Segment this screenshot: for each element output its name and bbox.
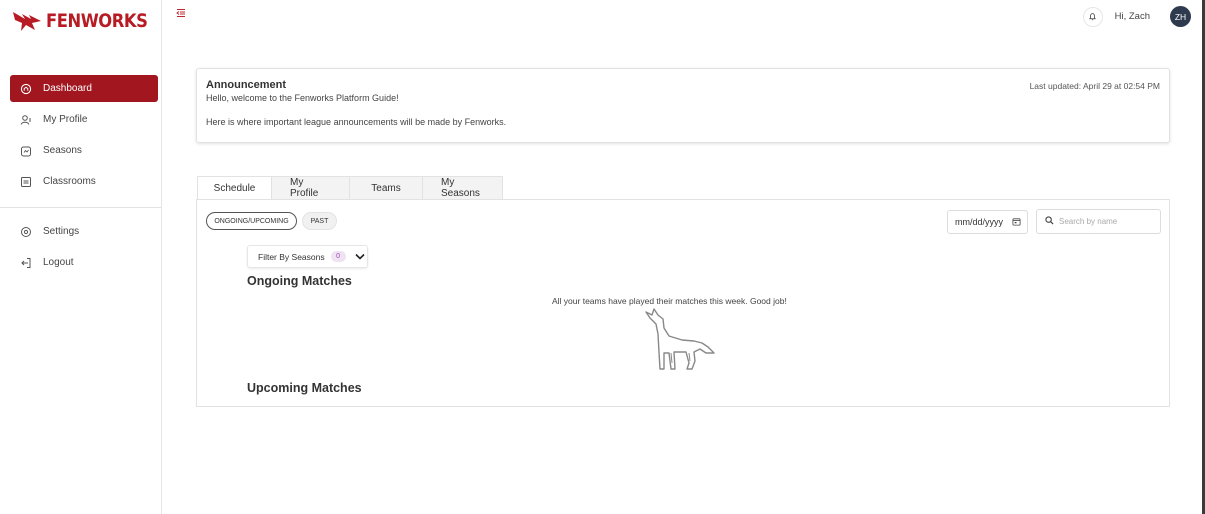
- sidebar-toggle-icon[interactable]: [176, 8, 186, 21]
- tab-schedule[interactable]: Schedule: [197, 176, 272, 200]
- sidebar-item-dashboard[interactable]: Dashboard: [10, 75, 158, 102]
- tab-my-profile[interactable]: My Profile: [272, 176, 350, 200]
- ongoing-matches-title: Ongoing Matches: [247, 274, 352, 288]
- sidebar-item-logout[interactable]: Logout: [10, 249, 158, 276]
- sidebar-item-classrooms[interactable]: Classrooms: [10, 168, 158, 195]
- avatar[interactable]: ZH: [1170, 6, 1191, 27]
- ongoing-upcoming-toggle[interactable]: ONGOING/UPCOMING: [206, 212, 297, 230]
- calendar-icon: [20, 145, 32, 157]
- announcement-card: Announcement Hello, welcome to the Fenwo…: [196, 68, 1170, 143]
- filter-by-seasons-dropdown[interactable]: Filter By Seasons 0: [247, 245, 368, 268]
- empty-state-message: All your teams have played their matches…: [552, 296, 787, 306]
- calendar-picker-icon[interactable]: [1012, 217, 1021, 228]
- sidebar-item-label: Seasons: [43, 145, 82, 156]
- settings-icon: [20, 226, 32, 238]
- top-right-controls: Hi, Zach ZH: [1082, 6, 1191, 27]
- search-input[interactable]: [1059, 217, 1149, 226]
- sidebar-item-my-profile[interactable]: My Profile: [10, 106, 158, 133]
- date-field[interactable]: mm/dd/yyyy: [947, 210, 1028, 234]
- brand-logo[interactable]: FENWORKS: [12, 10, 164, 32]
- filter-label: Filter By Seasons: [258, 251, 325, 262]
- brand-name: FENWORKS: [46, 10, 148, 32]
- logout-icon: [20, 257, 32, 269]
- past-toggle[interactable]: PAST: [302, 212, 337, 230]
- sidebar-item-settings[interactable]: Settings: [10, 218, 158, 245]
- search-icon: [1045, 215, 1054, 228]
- announcement-title: Announcement: [206, 79, 287, 91]
- sidebar-item-label: My Profile: [43, 114, 88, 125]
- tab-bar: Schedule My Profile Teams My Seasons: [197, 176, 503, 200]
- search-box[interactable]: [1036, 209, 1161, 234]
- sidebar-divider: [0, 207, 162, 208]
- tab-teams[interactable]: Teams: [350, 176, 423, 200]
- sidebar-item-seasons[interactable]: Seasons: [10, 137, 158, 164]
- tab-my-seasons[interactable]: My Seasons: [423, 176, 503, 200]
- date-placeholder: mm/dd/yyyy: [955, 217, 1004, 227]
- user-greeting: Hi, Zach: [1114, 11, 1150, 22]
- sidebar-item-label: Classrooms: [43, 176, 96, 187]
- filter-count-badge: 0: [330, 251, 346, 262]
- user-icon: [20, 114, 32, 126]
- sidebar-nav: Dashboard My Profile Seasons Classrooms: [0, 75, 162, 280]
- board-icon: [20, 176, 32, 188]
- sidebar: FENWORKS Dashboard My Profile Seasons Cl…: [0, 0, 162, 514]
- sidebar-item-label: Logout: [43, 257, 74, 268]
- howling-wolf-icon: [645, 308, 715, 370]
- bell-icon[interactable]: [1082, 6, 1103, 27]
- announcement-text: Here is where important league announcem…: [206, 117, 507, 127]
- home-icon: [20, 83, 32, 95]
- upcoming-matches-title: Upcoming Matches: [247, 381, 362, 395]
- sidebar-item-label: Dashboard: [43, 83, 92, 94]
- chevron-down-icon: [355, 253, 365, 260]
- fox-logo-icon: [13, 12, 41, 31]
- announcement-text: Hello, welcome to the Fenworks Platform …: [206, 93, 399, 103]
- announcement-updated: Last updated: April 29 at 02:54 PM: [1029, 81, 1160, 91]
- sidebar-item-label: Settings: [43, 226, 80, 237]
